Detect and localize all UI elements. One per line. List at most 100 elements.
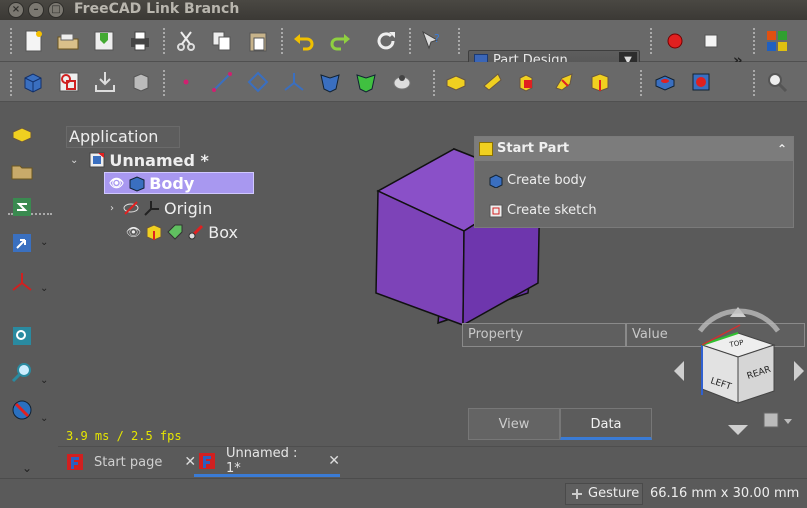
body-icon [129,176,145,192]
tree-item-body[interactable]: 👁 Body [104,172,254,194]
stop-macro-icon[interactable] [698,28,724,54]
eye-icon[interactable]: 👁 [109,176,124,190]
datum-plane-icon[interactable] [245,69,271,95]
expand-arrow-icon[interactable]: › [110,203,114,214]
create-sketch-icon[interactable] [56,69,82,95]
navigation-icon[interactable] [8,229,36,257]
close-window-button[interactable]: × [8,2,24,18]
task-panel-header[interactable]: Start Part ⌃ [475,137,793,161]
toolbar-grip[interactable] [409,28,413,54]
window-title: FreeCAD Link Branch [74,1,240,17]
clone-sheep-icon[interactable] [389,69,415,95]
tab-unnamed[interactable]: Unnamed : 1* ✕ [194,446,340,477]
create-body-icon[interactable] [20,69,46,95]
undo-icon[interactable] [291,28,317,54]
print-icon[interactable] [127,28,153,54]
toolbar-grip[interactable] [10,70,14,96]
model-tree: Application ⌄ Unnamed * 👁 Body › Origin … [66,126,366,266]
tree-item-document[interactable]: ⌄ Unnamed * [70,149,209,171]
tab-label: Start page [94,454,163,470]
toolbar-grip[interactable] [10,28,14,54]
rotate-down-arrow-icon[interactable] [728,425,748,435]
create-body-icon [489,173,503,188]
rotate-right-arrow-icon[interactable] [794,361,804,381]
tree-item-origin[interactable]: › Origin [110,197,212,219]
chevron-down-icon[interactable]: ⌄ [40,283,48,294]
new-document-icon[interactable] [20,28,46,54]
additive-loft-icon[interactable] [515,69,541,95]
subshape-binder-icon[interactable] [353,69,379,95]
navigation-cube[interactable]: LEFT REAR TOP [672,305,806,441]
eye-icon[interactable]: 👁 [126,225,141,239]
datum-line-icon[interactable] [209,69,235,95]
chevron-down-icon[interactable]: ⌄ [40,237,48,248]
svg-text:?: ? [434,32,440,45]
tab-data[interactable]: Data [560,408,652,440]
additive-pipe-icon[interactable] [551,69,577,95]
fit-all-icon[interactable] [8,120,36,148]
zoom-icon[interactable] [8,358,36,386]
toolbar-grip[interactable] [163,28,167,54]
tag-icon [167,224,183,240]
maximize-window-button[interactable]: □ [48,2,64,18]
toolbar-grip[interactable] [753,70,757,96]
clone-icon[interactable] [128,69,154,95]
main-toolbar: ? Part Design ▼ » [0,20,807,72]
additive-box-icon[interactable] [587,69,613,95]
measure-icon[interactable] [764,69,790,95]
create-body-link[interactable]: Create body [489,173,586,188]
document-icon [89,152,105,168]
chevron-down-icon[interactable]: ⌄ [22,461,32,475]
toolbar-grip[interactable] [281,28,285,54]
toolbar-grip[interactable] [640,70,644,96]
create-sketch-link[interactable]: Create sketch [489,203,597,218]
navigation-style-button[interactable]: Gesture [565,483,643,505]
whats-this-icon[interactable]: ? [419,28,445,54]
refresh-icon[interactable] [373,28,399,54]
record-macro-icon[interactable] [662,28,688,54]
tree-item-label: Box [208,222,238,242]
toolbar-grip[interactable] [433,70,437,96]
chevron-down-icon[interactable]: ⌄ [40,413,48,424]
tab-view[interactable]: View [468,408,560,440]
title-bar: × – □ FreeCAD Link Branch [0,0,807,20]
tab-start-page[interactable]: Start page ✕ [62,447,196,477]
tip-icon [188,224,204,240]
property-column-header[interactable]: Property [462,323,626,347]
revolution-icon[interactable] [479,69,505,95]
shape-binder-icon[interactable] [317,69,343,95]
cut-icon[interactable] [173,28,199,54]
sync-view-icon[interactable] [8,193,36,221]
axis-cross-icon[interactable] [8,268,36,296]
clipping-plane-icon[interactable] [8,396,36,424]
task-panel: Start Part ⌃ Create body Create sketch [474,136,794,228]
chevron-down-icon[interactable] [784,419,792,424]
local-coordinate-system-icon[interactable] [281,69,307,95]
toolbar-grip[interactable] [753,28,757,54]
copy-icon[interactable] [209,28,235,54]
pad-icon[interactable] [443,69,469,95]
collapse-icon[interactable]: ⌃ [777,137,787,161]
view-fit-selection-icon[interactable] [8,322,36,350]
datum-point-icon[interactable] [173,69,199,95]
close-tab-icon[interactable]: ✕ [328,453,340,469]
eye-hidden-icon[interactable] [122,199,140,217]
folder-icon[interactable] [8,157,36,185]
paste-icon[interactable] [245,28,271,54]
collapse-arrow-icon[interactable]: ⌄ [70,155,78,166]
rotate-left-arrow-icon[interactable] [674,361,684,381]
chevron-down-icon[interactable]: ⌄ [40,375,48,386]
toolbar-grip[interactable] [458,28,462,54]
hole-icon[interactable] [688,69,714,95]
toolbar-grip[interactable] [650,28,654,54]
tree-item-box[interactable]: 👁 Box [126,221,238,243]
toolbar-grip[interactable] [163,70,167,96]
redo-icon[interactable] [327,28,353,54]
view-menu-icon[interactable] [763,412,779,428]
save-document-icon[interactable] [91,28,117,54]
open-document-icon[interactable] [55,28,81,54]
pocket-icon[interactable] [652,69,678,95]
minimize-window-button[interactable]: – [28,2,44,18]
import-icon[interactable] [92,69,118,95]
workbench-icon[interactable] [764,28,790,54]
